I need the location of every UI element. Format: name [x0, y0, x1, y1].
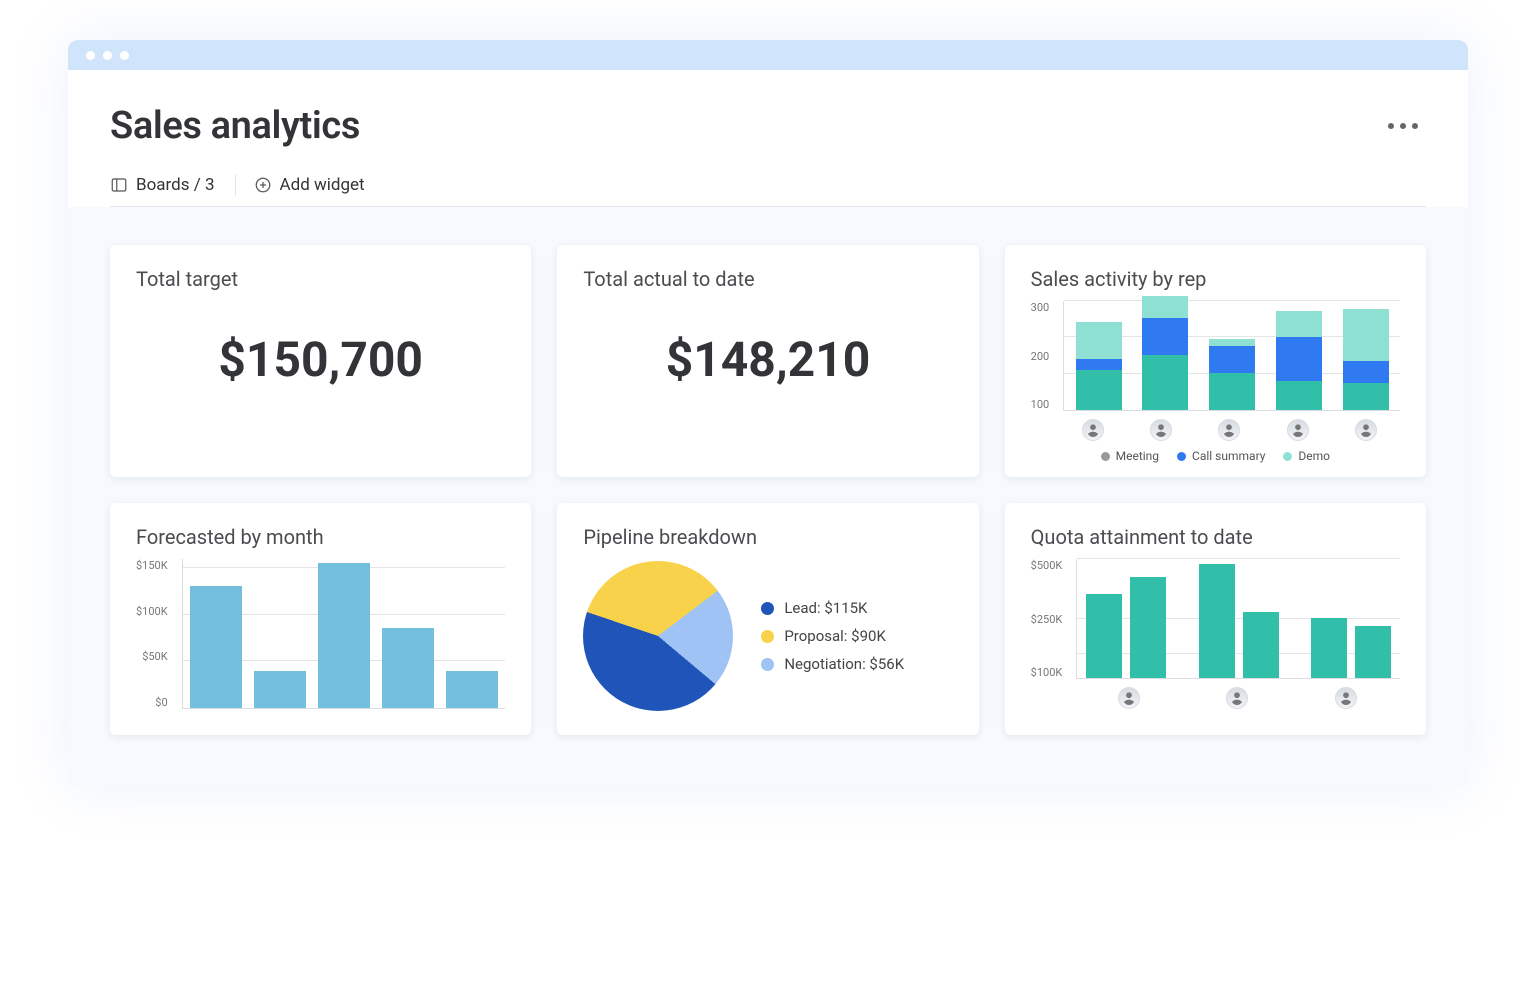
avatar: [1118, 687, 1140, 709]
card-pipeline[interactable]: Pipeline breakdown Lead: $115K Proposal:…: [557, 503, 978, 735]
legend-label: Meeting: [1116, 449, 1159, 463]
ytick: 200: [1031, 350, 1050, 363]
pie-label: Negotiation: $56K: [784, 655, 904, 673]
card-title: Sales activity by rep: [1031, 267, 1400, 291]
dashboard-board: Total target $150,700 Total actual to da…: [68, 207, 1468, 785]
pie-label: Lead: $115K: [784, 599, 867, 617]
ytick: $100K: [136, 605, 168, 618]
pipeline-pie: [583, 561, 733, 711]
card-title: Pipeline breakdown: [583, 525, 952, 549]
legend-label: Call summary: [1192, 449, 1265, 463]
sales-activity-plot: [1063, 301, 1400, 411]
toolbar-separator: [235, 174, 236, 196]
boards-label: Boards / 3: [136, 175, 215, 195]
quota-plot: [1076, 559, 1400, 679]
avatar: [1335, 687, 1357, 709]
page-title: Sales analytics: [110, 104, 360, 148]
avatar: [1226, 687, 1248, 709]
avatar: [1287, 419, 1309, 441]
card-quota[interactable]: Quota attainment to date $500K $250K $10…: [1005, 503, 1426, 735]
card-total-target[interactable]: Total target $150,700: [110, 245, 531, 477]
ytick: $150K: [136, 559, 168, 572]
ytick: 300: [1031, 301, 1050, 314]
avatar: [1355, 419, 1377, 441]
card-title: Forecasted by month: [136, 525, 505, 549]
card-total-actual[interactable]: Total actual to date $148,210: [557, 245, 978, 477]
ytick: $50K: [142, 650, 167, 663]
card-sales-activity[interactable]: Sales activity by rep 300 200 100 Meetin…: [1005, 245, 1426, 477]
card-title: Total actual to date: [583, 267, 952, 291]
sales-activity-legend: Meeting Call summary Demo: [1031, 449, 1400, 463]
ytick: $100K: [1031, 666, 1063, 679]
window-dot: [103, 51, 112, 60]
ytick: 100: [1031, 398, 1050, 411]
browser-title-bar: [68, 40, 1468, 70]
total-target-value: $150,700: [136, 331, 505, 388]
card-title: Total target: [136, 267, 505, 291]
ytick: $0: [155, 696, 167, 709]
y-axis: $500K $250K $100K: [1031, 559, 1069, 679]
total-actual-value: $148,210: [583, 331, 952, 388]
ytick: $250K: [1031, 613, 1063, 626]
ytick: $500K: [1031, 559, 1063, 572]
window-dot: [120, 51, 129, 60]
rep-avatars: [1031, 687, 1400, 709]
forecast-plot: [182, 559, 506, 709]
page-toolbar: Boards / 3 Add widget: [110, 174, 1426, 207]
boards-icon: [110, 176, 128, 194]
legend-label: Demo: [1298, 449, 1330, 463]
card-forecasted[interactable]: Forecasted by month $150K $100K $50K $0: [110, 503, 531, 735]
add-widget-button[interactable]: Add widget: [254, 175, 365, 195]
page-header: Sales analytics Boards / 3 Add widget: [68, 70, 1468, 207]
avatar: [1218, 419, 1240, 441]
y-axis: 300 200 100: [1031, 301, 1056, 411]
plus-circle-icon: [254, 176, 272, 194]
pie-label: Proposal: $90K: [784, 627, 886, 645]
card-title: Quota attainment to date: [1031, 525, 1400, 549]
page-menu-button[interactable]: [1380, 115, 1426, 137]
window-dot: [86, 51, 95, 60]
y-axis: $150K $100K $50K $0: [136, 559, 174, 709]
browser-frame: Sales analytics Boards / 3 Add widget To…: [68, 40, 1468, 785]
add-widget-label: Add widget: [280, 175, 365, 195]
rep-avatars: [1031, 419, 1400, 441]
avatar: [1150, 419, 1172, 441]
pipeline-legend: Lead: $115K Proposal: $90K Negotiation: …: [761, 589, 904, 683]
boards-breadcrumb[interactable]: Boards / 3: [110, 175, 215, 195]
avatar: [1082, 419, 1104, 441]
